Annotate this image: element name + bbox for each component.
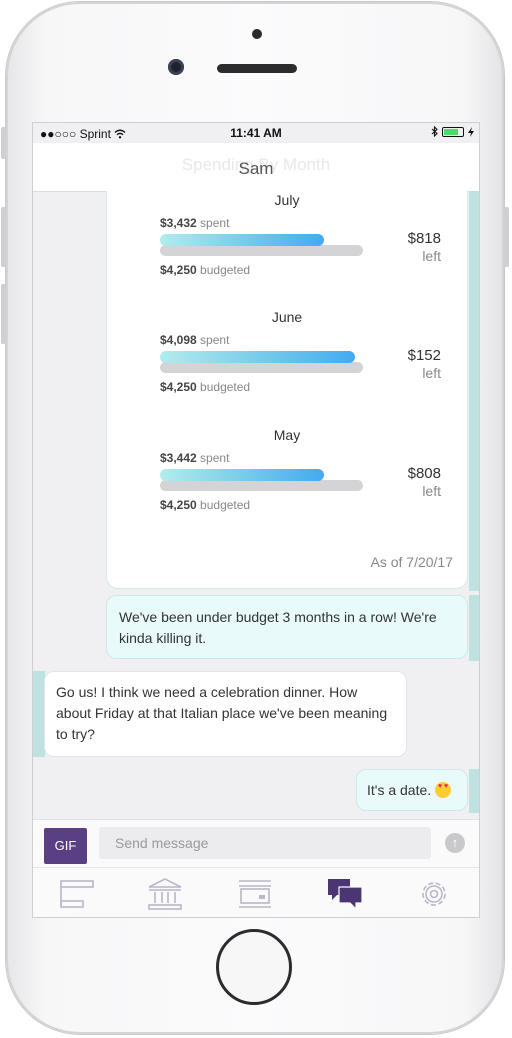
budgeted-amount: $4,250 budgeted [160, 380, 251, 394]
message-input[interactable] [99, 827, 431, 859]
chat-header: Spending By Month Sam [33, 143, 479, 192]
message-bubble-sent[interactable]: It's a date. [356, 769, 468, 811]
left-amount: $818 [407, 230, 441, 247]
month-july: July $3,432 spent $4,250 budgeted $818 l… [107, 192, 467, 302]
left-label: left [422, 365, 441, 381]
bubble-tail-edge [469, 769, 479, 813]
volume-down-button [1, 284, 6, 344]
spent-amount: $3,442 spent [160, 451, 230, 465]
arrow-up-icon[interactable]: ↑ [445, 833, 465, 853]
gear-icon [422, 882, 446, 906]
tab-bar [33, 867, 479, 917]
spending-by-month-card[interactable]: July $3,432 spent $4,250 budgeted $818 l… [106, 191, 468, 589]
tab-settings[interactable] [414, 876, 454, 912]
tab-accounts[interactable] [145, 876, 185, 912]
proximity-sensor [252, 29, 262, 39]
budget-bar [160, 480, 363, 491]
as-of-date: As of 7/20/17 [370, 554, 453, 570]
bubble-tail-edge [469, 191, 479, 591]
earpiece-speaker [217, 64, 297, 73]
left-label: left [422, 248, 441, 264]
message-text: We've been under budget 3 months in a ro… [119, 609, 437, 646]
budget-bar [160, 245, 363, 256]
spent-bar [160, 469, 324, 481]
power-button [504, 207, 509, 267]
charging-icon [468, 126, 474, 137]
composer-bar: GIF ↑ [33, 819, 479, 868]
front-camera [168, 59, 184, 75]
tab-transactions[interactable] [235, 876, 275, 912]
tab-timeline[interactable] [57, 876, 97, 912]
heart-eyes-emoji-icon [435, 782, 452, 798]
budget-bar [160, 362, 363, 373]
transactions-icon [239, 880, 271, 908]
month-name: July [274, 192, 300, 208]
chat-icon [328, 879, 363, 911]
clock: 11:41 AM [230, 126, 282, 140]
battery-icon [442, 126, 464, 137]
budgeted-amount: $4,250 budgeted [160, 263, 251, 277]
message-text: It's a date. [367, 782, 432, 798]
gif-button[interactable]: GIF [44, 828, 87, 864]
budgeted-amount: $4,250 budgeted [160, 498, 251, 512]
message-bubble-received[interactable]: Go us! I think we need a celebration din… [44, 671, 407, 757]
spent-amount: $3,432 spent [160, 216, 230, 230]
left-amount: $808 [407, 465, 441, 482]
contact-name[interactable]: Sam [33, 159, 479, 179]
tab-chat[interactable] [325, 876, 365, 912]
spent-bar [160, 234, 324, 246]
month-name: June [271, 309, 303, 325]
bluetooth-icon [431, 126, 438, 137]
status-right [431, 126, 474, 137]
month-may: May $3,442 spent $4,250 budgeted $808 le… [107, 427, 467, 537]
home-button[interactable] [216, 929, 292, 1005]
message-text: Go us! I think we need a celebration din… [56, 684, 388, 742]
spent-bar [160, 351, 355, 363]
bank-icon [148, 878, 182, 910]
volume-up-button [1, 207, 6, 267]
app-screen: Spending By Month Sam ●●○○○ Sprint 11:41… [32, 122, 480, 918]
month-june: June $4,098 spent $4,250 budgeted $152 l… [107, 309, 467, 419]
left-label: left [422, 483, 441, 499]
message-bubble-sent[interactable]: We've been under budget 3 months in a ro… [106, 595, 468, 659]
left-amount: $152 [407, 347, 441, 364]
spent-amount: $4,098 spent [160, 333, 230, 347]
timeline-icon [60, 880, 94, 908]
bubble-tail-edge [469, 595, 479, 661]
message-thread[interactable]: July $3,432 spent $4,250 budgeted $818 l… [33, 191, 479, 819]
status-bar: ●●○○○ Sprint 11:41 AM [33, 123, 479, 143]
mute-switch [1, 127, 6, 159]
month-name: May [273, 427, 301, 443]
